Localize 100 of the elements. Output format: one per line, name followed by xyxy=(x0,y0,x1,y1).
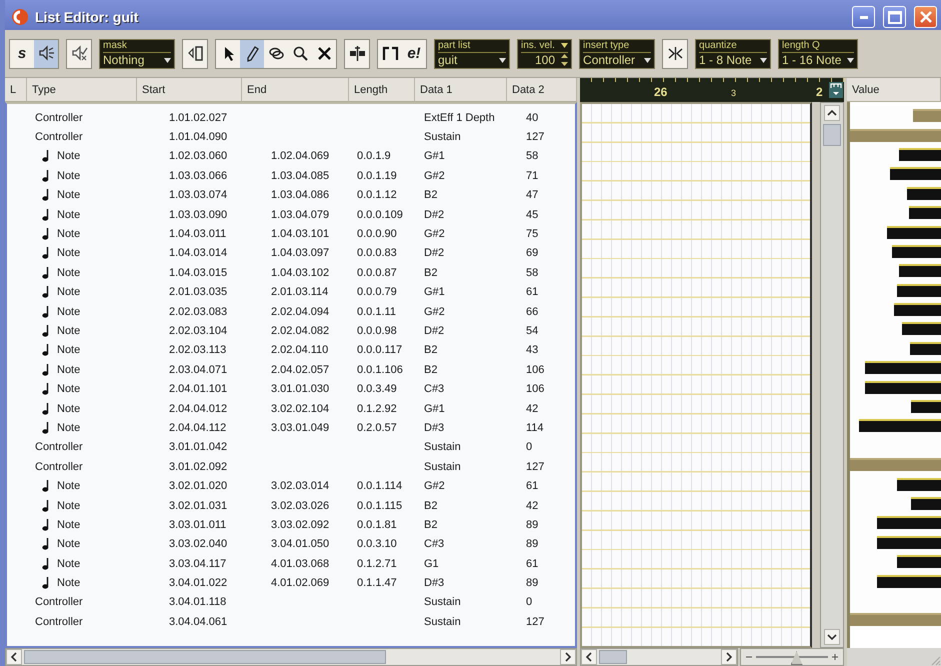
tool-button[interactable] xyxy=(264,40,288,68)
column-header[interactable]: L xyxy=(5,78,27,102)
maximize-button[interactable] xyxy=(883,6,906,28)
note-icon xyxy=(42,383,49,396)
table-cell: 127 xyxy=(526,616,544,628)
dropdown-label: ins. vel. xyxy=(521,40,555,51)
table-cell: 1.03.04.086 xyxy=(271,189,330,202)
speaker-check-icon xyxy=(70,45,88,62)
minimize-button[interactable] xyxy=(852,6,875,28)
table-cell: 54 xyxy=(526,324,538,337)
table-cell: 1.04.03.011 xyxy=(169,228,226,240)
tool-button[interactable] xyxy=(34,40,58,68)
table-cell: Sustain xyxy=(424,460,461,473)
horizontal-scrollbar[interactable] xyxy=(5,648,577,666)
dropdown[interactable]: insert type Controller xyxy=(579,38,656,68)
table-cell: 58 xyxy=(526,266,538,279)
table-cell: 1.04.03.015 xyxy=(169,266,228,279)
dropdown[interactable]: mask Nothing xyxy=(99,38,175,68)
note-icon xyxy=(42,344,49,356)
caret-icon xyxy=(760,58,768,62)
table-cell: 0.0.3.10 xyxy=(357,538,397,550)
vertical-scrollbar[interactable] xyxy=(820,102,844,648)
note-icon xyxy=(42,422,49,434)
ruler-menu-icon xyxy=(829,82,843,98)
table-cell: 0.0.1.106 xyxy=(357,364,403,376)
tool-button[interactable]: e! xyxy=(402,40,426,68)
table-cell: B2 xyxy=(424,344,438,356)
table-cell: 0.0.0.117 xyxy=(357,344,402,356)
column-header[interactable]: End xyxy=(242,78,349,102)
table-cell: 61 xyxy=(526,286,538,298)
table-cell: 3.02.01.020 xyxy=(169,480,228,492)
table-cell: G#1 xyxy=(424,150,445,162)
caret-icon xyxy=(561,43,568,48)
search-icon xyxy=(292,45,308,62)
table-cell: 3.04.04.061 xyxy=(169,616,228,628)
scrollbar-thumb[interactable] xyxy=(24,650,386,664)
tool-button[interactable] xyxy=(312,40,336,68)
dropdown-value: 1 - 8 Note xyxy=(699,53,752,67)
table-cell: 0.0.0.90 xyxy=(357,228,397,240)
table-cell: G#2 xyxy=(424,228,445,240)
tool-button[interactable] xyxy=(378,40,402,68)
dropdown-value: Nothing xyxy=(103,53,144,67)
table-cell: 0.0.0.109 xyxy=(357,208,403,221)
scroll-right-icon xyxy=(721,649,737,665)
column-header[interactable]: Value xyxy=(847,78,941,102)
table-cell: Sustain xyxy=(424,596,461,608)
table-cell: 1.04.03.014 xyxy=(169,247,228,260)
column-header[interactable]: Data 1 xyxy=(415,78,507,102)
table-cell: 0.0.0.87 xyxy=(357,266,397,279)
table-cell: D#2 xyxy=(424,247,444,260)
horizontal-scrollbar[interactable] xyxy=(580,648,738,666)
table-cell: Note xyxy=(57,402,80,415)
minus-icon xyxy=(746,654,752,660)
table-cell: Controller xyxy=(35,596,83,608)
column-header[interactable]: Length xyxy=(349,78,415,102)
dropdown[interactable]: part list guit xyxy=(434,38,510,68)
table-cell: 114 xyxy=(526,422,544,434)
table-cell: 66 xyxy=(526,306,538,318)
table-cell: 3.01.01.042 xyxy=(169,441,228,454)
table-cell: 3.02.01.031 xyxy=(169,500,228,512)
dropdown-value: 1 - 16 Note xyxy=(782,53,842,67)
table-cell: 61 xyxy=(526,558,538,570)
dropdown[interactable]: length Q 1 - 16 Note xyxy=(778,38,858,68)
dropdown-label: mask xyxy=(103,40,127,51)
close-button[interactable] xyxy=(914,6,937,28)
table-cell: Note xyxy=(57,383,80,396)
table-cell: Note xyxy=(57,344,80,356)
table-cell: B2 xyxy=(424,500,438,512)
ruler[interactable]: 26 3 2 xyxy=(580,78,844,102)
caret-icon xyxy=(499,58,506,62)
table-cell: Sustain xyxy=(424,441,461,454)
table-cell: 2.01.03.114 xyxy=(271,286,328,298)
table-cell: 1.01.04.090 xyxy=(169,131,228,144)
table-cell: 2.04.04.012 xyxy=(169,402,228,415)
plus-icon xyxy=(832,654,838,660)
tool-button[interactable] xyxy=(240,40,264,68)
dropdown[interactable]: quantize 1 - 8 Note xyxy=(695,38,772,68)
slider-thumb[interactable] xyxy=(790,651,803,665)
table-cell: 2.02.04.110 xyxy=(271,344,328,356)
column-header[interactable]: Start xyxy=(137,78,242,102)
table-cell: 1.03.03.090 xyxy=(169,208,228,221)
note-icon xyxy=(42,364,49,376)
table-cell: 2.02.04.082 xyxy=(271,324,330,337)
table-cell: 3.01.02.092 xyxy=(169,460,228,473)
note-icon xyxy=(42,170,49,182)
tool-button[interactable]: s xyxy=(10,40,34,68)
table-cell: 69 xyxy=(526,247,538,260)
table-cell: 2.02.03.083 xyxy=(169,306,228,318)
dropdown-value: 100 xyxy=(535,53,556,67)
velocity-spinner[interactable]: ins. vel. 100 xyxy=(517,38,572,68)
tool-button[interactable] xyxy=(216,40,240,68)
scrollbar-thumb[interactable] xyxy=(599,650,627,664)
table-cell: 3.03.04.117 xyxy=(169,558,226,570)
dropdown-label: quantize xyxy=(699,40,737,51)
note-icon xyxy=(42,577,49,590)
column-header[interactable]: Data 2 xyxy=(507,78,577,102)
scroll-left-icon xyxy=(6,649,22,665)
table-cell: 0.0.1.81 xyxy=(357,518,397,531)
column-header[interactable]: Type xyxy=(27,78,137,102)
scrollbar-thumb[interactable] xyxy=(823,124,841,146)
